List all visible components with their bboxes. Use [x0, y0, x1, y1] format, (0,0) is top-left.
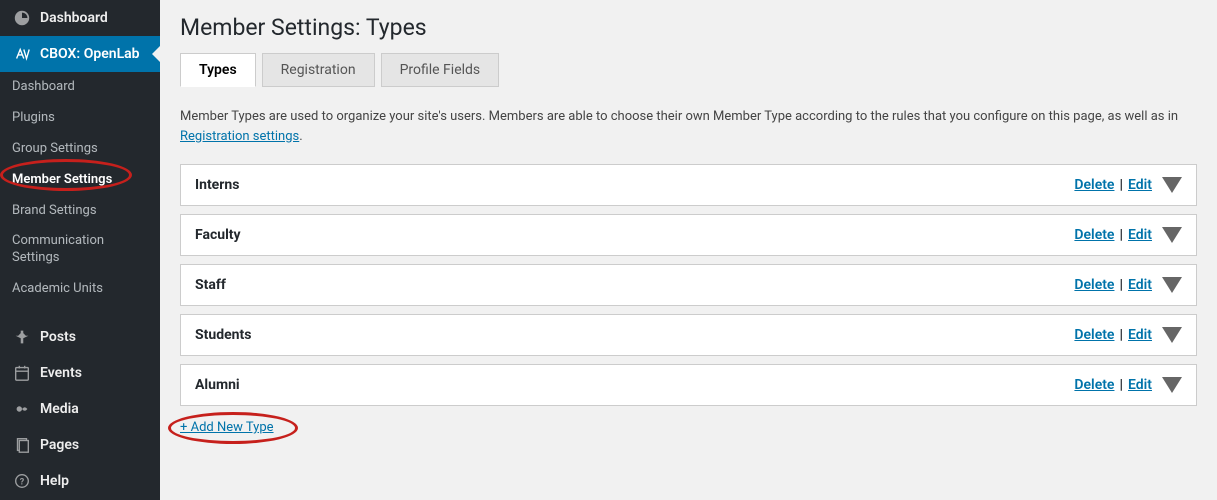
sidebar-sub-comm[interactable]: Communication Settings	[0, 226, 160, 274]
tab-profile[interactable]: Profile Fields	[381, 53, 500, 87]
expand-icon[interactable]	[1162, 177, 1182, 193]
type-row: Students Delete|Edit	[180, 314, 1197, 356]
expand-icon[interactable]	[1162, 277, 1182, 293]
type-name: Faculty	[195, 227, 241, 243]
type-actions: Delete|Edit	[1074, 327, 1182, 343]
edit-link[interactable]: Edit	[1128, 327, 1152, 343]
sidebar-label: Events	[40, 365, 82, 381]
sidebar-sub-dashboard[interactable]: Dashboard	[0, 72, 160, 103]
add-new-type[interactable]: + Add New Type	[180, 420, 274, 435]
sidebar-item-events[interactable]: Events	[0, 355, 160, 391]
help-icon: ?	[12, 471, 32, 491]
sidebar-label: Pages	[40, 437, 79, 453]
sidebar-item-help[interactable]: ? Help	[0, 463, 160, 499]
type-actions: Delete|Edit	[1074, 277, 1182, 293]
type-name: Alumni	[195, 377, 240, 393]
sidebar-item-pages[interactable]: Pages	[0, 427, 160, 463]
pages-icon	[12, 435, 32, 455]
sidebar-label: CBOX: OpenLab	[40, 46, 140, 62]
type-row: Alumni Delete|Edit	[180, 364, 1197, 406]
sidebar-sub-brand[interactable]: Brand Settings	[0, 196, 160, 227]
expand-icon[interactable]	[1162, 227, 1182, 243]
type-row: Interns Delete|Edit	[180, 164, 1197, 206]
type-name: Students	[195, 327, 251, 343]
edit-link[interactable]: Edit	[1128, 177, 1152, 193]
delete-link[interactable]: Delete	[1074, 377, 1114, 393]
intro-text: Member Types are used to organize your s…	[180, 107, 1197, 146]
delete-link[interactable]: Delete	[1074, 277, 1114, 293]
media-icon	[12, 399, 32, 419]
registration-link[interactable]: Registration settings	[180, 129, 299, 144]
type-name: Staff	[195, 277, 226, 293]
tabs: Types Registration Profile Fields	[180, 53, 1197, 87]
sidebar-item-cbox[interactable]: CBOX: OpenLab	[0, 36, 160, 72]
edit-link[interactable]: Edit	[1128, 227, 1152, 243]
expand-icon[interactable]	[1162, 327, 1182, 343]
delete-link[interactable]: Delete	[1074, 227, 1114, 243]
delete-link[interactable]: Delete	[1074, 327, 1114, 343]
sidebar-label: Posts	[40, 329, 76, 345]
sidebar-sub-academic[interactable]: Academic Units	[0, 274, 160, 305]
delete-link[interactable]: Delete	[1074, 177, 1114, 193]
expand-icon[interactable]	[1162, 377, 1182, 393]
sidebar-item-dashboard[interactable]: Dashboard	[0, 0, 160, 36]
type-actions: Delete|Edit	[1074, 377, 1182, 393]
sidebar-sub-member[interactable]: Member Settings	[0, 165, 160, 196]
sidebar-item-media[interactable]: Media	[0, 391, 160, 427]
sidebar-sub-plugins[interactable]: Plugins	[0, 103, 160, 134]
type-row: Staff Delete|Edit	[180, 264, 1197, 306]
sidebar-label: Help	[40, 473, 69, 489]
sidebar-sub-group[interactable]: Group Settings	[0, 134, 160, 165]
edit-link[interactable]: Edit	[1128, 377, 1152, 393]
sidebar-item-posts[interactable]: Posts	[0, 319, 160, 355]
sidebar-label: Dashboard	[40, 10, 108, 26]
page-title: Member Settings: Types	[180, 0, 1197, 51]
type-row: Faculty Delete|Edit	[180, 214, 1197, 256]
sidebar-label: Media	[40, 401, 79, 417]
calendar-icon	[12, 363, 32, 383]
type-actions: Delete|Edit	[1074, 227, 1182, 243]
cbox-icon	[12, 44, 32, 64]
edit-link[interactable]: Edit	[1128, 277, 1152, 293]
type-name: Interns	[195, 177, 239, 193]
tab-registration[interactable]: Registration	[262, 53, 375, 87]
svg-text:?: ?	[20, 478, 25, 488]
pin-icon	[12, 327, 32, 347]
dashboard-icon	[12, 8, 32, 28]
type-actions: Delete|Edit	[1074, 177, 1182, 193]
tab-types[interactable]: Types	[180, 53, 256, 87]
